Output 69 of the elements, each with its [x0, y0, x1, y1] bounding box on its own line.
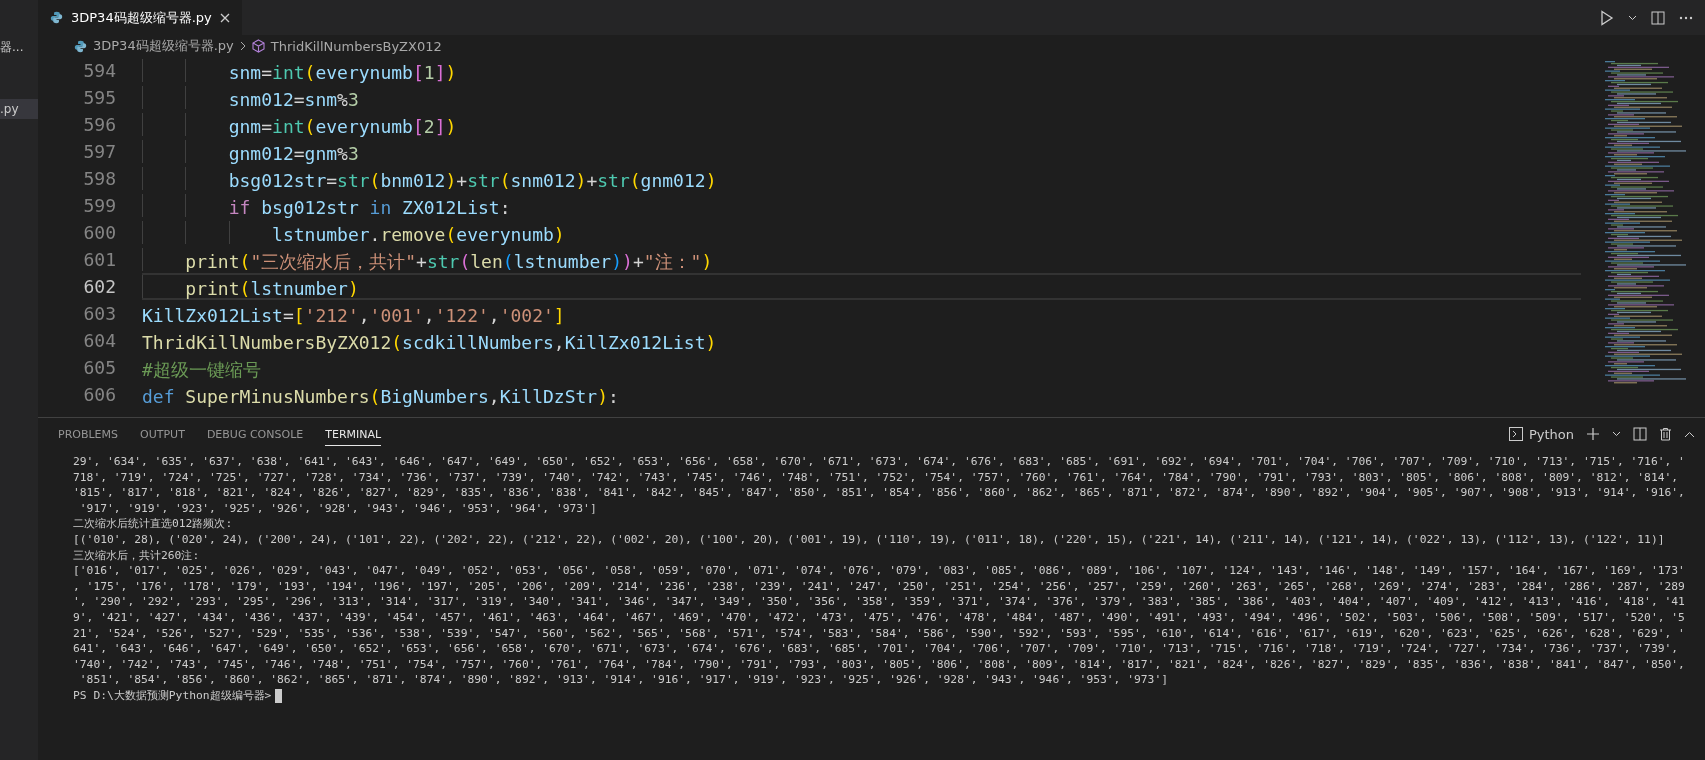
- code-line: if bsg012str in ZX012List:: [142, 192, 1581, 219]
- terminal-output-line: 29', '634', '635', '637', '638', '641', '643', '646', '647', '649', '650', '652', '653', '656', '658', '670', '671', '673', '674', '676', '683', '685', '691', '692', '694', '701', '704', '706', '707', '709', '710', '713', '715', '716', ': [73, 454, 1686, 470]
- line-number: 606: [82, 383, 116, 407]
- line-number: 605: [82, 356, 116, 380]
- code-line: snm012=snm%3: [142, 84, 1581, 111]
- code-line: KillZx012List=['212','001','122','002']: [142, 304, 566, 327]
- line-number: 604: [82, 329, 116, 353]
- chevron-right-icon: [239, 41, 246, 51]
- split-terminal-icon[interactable]: [1633, 427, 1647, 441]
- terminal-output-line: , '175', '176', '178', '179', '193', '194', '196', '197', '205', '206', '209', '214', '236', '238', '239', '241', '247', '250', '251', '254', '256', '257', '259', '260', '263', '265', '268', '269', '274', '283', '284', '286', '287', '289: [73, 578, 1686, 595]
- shell-label[interactable]: Python: [1528, 426, 1574, 442]
- code-line: print("三次缩水后，共计"+str(len(lstnumber))+"注："): [142, 246, 1581, 273]
- code-line: gnm=int(everynumb[2]): [142, 111, 1581, 138]
- panel-tab[interactable]: DEBUG CONSOLE: [206, 422, 304, 446]
- code-line: bsg012str=str(bnm012)+str(snm012)+str(gnm012): [142, 165, 1581, 192]
- terminal-output-line: ', '290', '292', '293', '295', '296', '313', '314', '317', '319', '340', '341', '346', '347', '349', '350', '356', '358', '359', '371', '374', '376', '379', '383', '385', '386', '403', '404', '407', '409', '412', '413', '416', '418', '41: [73, 594, 1686, 610]
- terminal-output-line: [('010', 28), ('020', 24), ('200', 24), ('101', 22), ('202', 22), ('212', 22), ('002', 20), ('100', 20), ('001', 19), ('110', 19), ('011', 18), ('220', 15), ('221', 14), ('211', 14), ('121', 14), ('022', 13), ('112', 13), ('122', 11)]: [73, 531, 1666, 548]
- line-number: 596: [82, 113, 116, 137]
- terminal-cursor: [275, 688, 283, 703]
- code-line: def SuperMinusNumbers(BigNumbers,KillDzStr):: [142, 385, 620, 408]
- trash-icon[interactable]: [1659, 427, 1672, 441]
- breadcrumb-item[interactable]: ThridKillNumbersByZX012: [270, 38, 442, 54]
- close-icon[interactable]: [219, 12, 230, 23]
- more-icon[interactable]: [1679, 15, 1693, 20]
- breadcrumb-item[interactable]: 3DP34码超级缩号器.py: [93, 37, 234, 55]
- explorer-item[interactable]: 器...: [0, 36, 38, 59]
- terminal-output-line: 二次缩水后统计直选012路频次:: [73, 516, 234, 532]
- python-file-icon: [74, 39, 87, 53]
- line-number: 597: [82, 140, 116, 164]
- line-number: 594: [82, 59, 116, 83]
- code-line: gnm012=gnm%3: [142, 138, 1581, 165]
- terminal-output-line: '815', '817', '818', '821', '824', '826', '827', '829', '835', '836', '838', '841', '842', '845', '847', '850', '851', '854', '856', '860', '862', '865', '871', '872', '874', '890', '892', '904', '905', '907', '908', '913', '914', '916',: [73, 485, 1686, 501]
- run-icon[interactable]: [1600, 9, 1614, 26]
- terminal-prompt: PS D:\大数据预测Python超级编号器>: [73, 687, 272, 704]
- plus-icon[interactable]: [1586, 427, 1600, 441]
- line-number: 601: [82, 248, 116, 272]
- terminal-output-line: 9', '421', '427', '434', '436', '437', '439', '454', '457', '461', '463', '464', '467', '469', '470', '472', '473', '475', '476', '478', '484', '487', '490', '491', '493', '494', '496', '502', '503', '506', '508', '509', '517', '520', '5: [73, 609, 1686, 626]
- terminal-output-line: 21', '524', '526', '527', '529', '535', '536', '538', '539', '547', '560', '562', '565', '568', '571', '574', '583', '584', '586', '590', '592', '593', '595', '610', '614', '616', '617', '619', '620', '623', '625', '626', '628', '629', ': [73, 625, 1686, 642]
- editor-tab[interactable]: 3DP34码超级缩号器.py: [38, 0, 242, 35]
- chevron-up-icon[interactable]: [1684, 430, 1695, 438]
- line-number: 599: [82, 194, 116, 218]
- explorer-item[interactable]: .py: [0, 99, 38, 119]
- terminal-icon: [1508, 427, 1523, 441]
- tab-label: 3DP34码超级缩号器.py: [71, 8, 212, 27]
- terminal-output-line: '740', '742', '743', '745', '746', '748', '751', '754', '757', '760', '761', '764', '784', '790', '791', '793', '803', '805', '806', '808', '809', '814', '817', '821', '824', '826', '827', '829', '835', '836', '838', '841', '847', '850',: [73, 656, 1686, 673]
- code-line: snm=int(everynumb[1]): [142, 57, 1581, 84]
- code-line: lstnumber.remove(everynumb): [142, 219, 1581, 246]
- terminal-output-line: ['016', '017', '025', '026', '029', '043', '047', '049', '052', '053', '056', '058', '059', '070', '071', '074', '076', '079', '083', '085', '086', '089', '106', '107', '124', '143', '146', '148', '149', '157', '164', '167', '169', '173': [73, 563, 1686, 579]
- terminal-output-line: 718', '719', '724', '725', '727', '728', '734', '736', '737', '739', '740', '742', '743', '745', '746', '748', '751', '752', '754', '757', '760', '761', '764', '784', '790', '791', '793', '803', '805', '806', '808', '809', '812', '814',: [73, 469, 1680, 486]
- panel-tab[interactable]: TERMINAL: [325, 422, 382, 446]
- line-number: 598: [82, 167, 116, 191]
- code-line: ThridKillNumbersByZX012(scdkillNumbers,KillZx012List): [142, 331, 718, 354]
- code-line: #超级一键缩号: [142, 358, 262, 381]
- terminal-output-line: 三次缩水后，共计260注:: [73, 547, 201, 564]
- line-number: 602: [82, 275, 116, 299]
- python-file-icon: [50, 11, 63, 24]
- terminal-output-line: '917', '919', '923', '925', '926', '928', '943', '946', '953', '964', '973']: [78, 500, 598, 517]
- code-line: print(lstnumber): [142, 273, 1581, 300]
- chevron-icon[interactable]: [1612, 431, 1621, 437]
- panel-tab[interactable]: PROBLEMS: [58, 422, 119, 446]
- line-number: 603: [82, 302, 116, 326]
- panel-tab[interactable]: OUTPUT: [140, 422, 185, 446]
- terminal-output-line: '851', '854', '856', '860', '862', '865', '871', '874', '890', '892', '913', '914', '916', '917', '919', '923', '925', '926', '928', '943', '946', '953', '973']: [78, 672, 1169, 688]
- chevron-icon[interactable]: [1628, 14, 1637, 21]
- line-number: 595: [82, 86, 116, 110]
- line-number: 600: [82, 221, 116, 245]
- split-editor-icon[interactable]: [1651, 10, 1665, 25]
- terminal-output-line: 641', '643', '646', '647', '649', '650', '652', '653', '656', '658', '670', '671', '673', '674', '676', '683', '685', '701', '704', '706', '707', '709', '710', '713', '715', '716', '718', '719', '724', '727', '734', '736', '737', '739',: [73, 641, 1680, 657]
- cube-icon: [251, 39, 265, 53]
